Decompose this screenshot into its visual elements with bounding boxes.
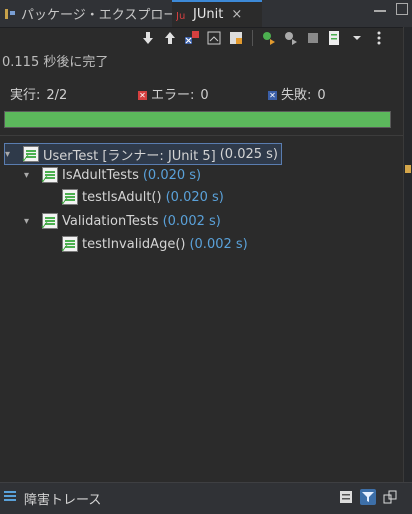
chevron-down-icon[interactable] (349, 30, 365, 46)
junit-toolbar (140, 28, 387, 48)
tree-node-time: (0.025 s) (219, 146, 278, 162)
failures-label: 失敗: (281, 88, 312, 103)
junit-icon: Ju (175, 9, 188, 22)
show-failures-only-icon[interactable] (184, 30, 200, 46)
copy-trace-icon[interactable] (382, 489, 398, 505)
test-suite-success-icon: ✓ (40, 167, 58, 185)
test-success-icon: ✓ (60, 189, 78, 207)
runs-counter: 実行: 2/2 (10, 84, 67, 103)
rerun-failed-first-icon[interactable] (283, 30, 299, 46)
errors-counter: ✕ エラー: 0 (138, 84, 209, 103)
tree-node-validationtests[interactable]: ▾ ✓ ValidationTests (0.002 s) (24, 211, 221, 231)
failures-counter: ✕ 失敗: 0 (268, 84, 326, 103)
close-icon[interactable]: × (231, 7, 242, 22)
view-menu-icon[interactable] (371, 30, 387, 46)
history-icon[interactable] (228, 30, 244, 46)
tree-node-root[interactable]: ▾ ✓ UserTest [ランナー: JUnit 5] (0.025 s) (4, 143, 282, 165)
tree-node-testisadult[interactable]: ✓ testIsAdult() (0.020 s) (60, 187, 224, 207)
tab-junit[interactable]: Ju JUnit × (172, 0, 262, 27)
marker-icon (405, 165, 411, 173)
scroll-lock-icon[interactable] (206, 30, 222, 46)
test-suite-success-icon: ✓ (21, 146, 39, 164)
svg-text:Ju: Ju (176, 11, 185, 21)
view-tab-bar: パッケージ・エクスプローラー Ju JUnit × (0, 0, 412, 28)
minimize-icon[interactable] (374, 3, 386, 12)
toolbar-separator (252, 30, 253, 46)
tab-junit-label: JUnit (193, 7, 224, 22)
tree-node-testinvalidage[interactable]: ✓ testInvalidAge() (0.002 s) (60, 234, 248, 254)
stop-icon[interactable] (305, 30, 321, 46)
progress-bar (4, 111, 391, 128)
failures-value: 0 (317, 88, 326, 103)
errors-value: 0 (200, 88, 209, 103)
filter-stack-trace-icon[interactable] (360, 489, 376, 505)
tab-package-explorer[interactable]: パッケージ・エクスプローラー (0, 0, 202, 27)
tree-node-label: testIsAdult() (82, 189, 162, 205)
tree-node-time: (0.002 s) (189, 236, 248, 252)
chevron-down-icon[interactable]: ▾ (24, 216, 36, 227)
editor-edge-strip (403, 27, 412, 513)
error-icon: ✕ (138, 91, 147, 100)
next-failure-icon[interactable] (140, 30, 156, 46)
tree-node-label: testInvalidAge() (82, 236, 186, 252)
progress-bar-fill (5, 112, 390, 127)
tree-node-label: IsAdultTests (62, 167, 139, 183)
tree-node-isadulttests[interactable]: ▾ ✓ IsAdultTests (0.020 s) (24, 165, 201, 185)
tree-node-time: (0.020 s) (165, 189, 224, 205)
tree-node-label: UserTest [ランナー: JUnit 5] (43, 148, 216, 164)
stack-trace-icon (4, 491, 16, 501)
maximize-icon[interactable] (396, 3, 408, 15)
previous-failure-icon[interactable] (162, 30, 178, 46)
tree-node-time: (0.020 s) (142, 167, 202, 183)
tree-node-time: (0.002 s) (162, 213, 221, 229)
failure-icon: ✕ (268, 91, 277, 100)
test-suite-success-icon: ✓ (40, 213, 58, 231)
failure-trace-toolbar (338, 489, 398, 505)
run-status-text: 0.115 秒後に完了 (2, 55, 109, 70)
test-run-history-icon[interactable] (327, 30, 343, 46)
errors-label: エラー: (151, 88, 195, 103)
compare-result-icon[interactable] (338, 489, 354, 505)
window-controls (374, 3, 408, 15)
tree-node-label: ValidationTests (62, 213, 159, 229)
failure-trace-header: 障害トレース (0, 482, 412, 514)
package-explorer-icon (4, 8, 16, 20)
test-success-icon: ✓ (60, 236, 78, 254)
runs-value: 2/2 (46, 88, 68, 103)
rerun-icon[interactable] (261, 30, 277, 46)
chevron-down-icon[interactable]: ▾ (5, 149, 17, 160)
failure-trace-label: 障害トレース (24, 493, 102, 508)
divider (0, 135, 412, 136)
chevron-down-icon[interactable]: ▾ (24, 170, 36, 181)
runs-label: 実行: (10, 88, 41, 103)
